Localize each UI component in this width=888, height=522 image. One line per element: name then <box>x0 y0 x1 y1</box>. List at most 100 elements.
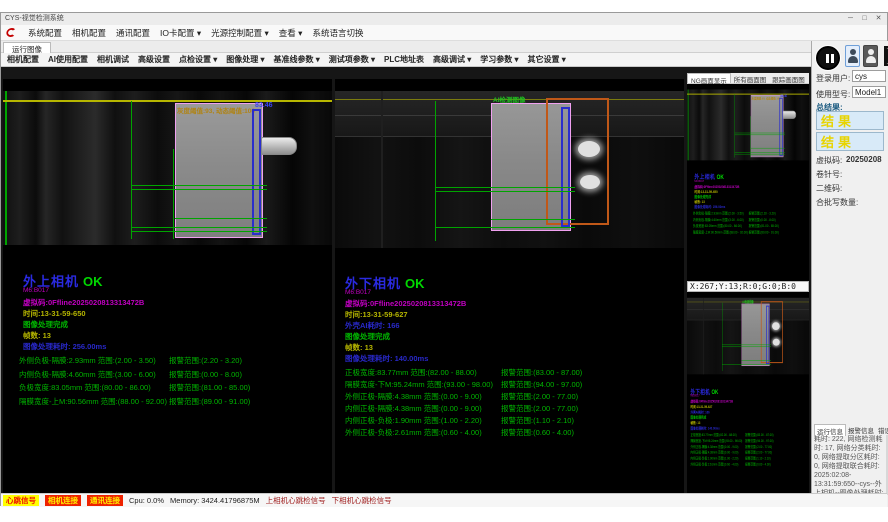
ok-status: OK <box>715 174 724 181</box>
menu-comm-config[interactable]: 通讯配置 <box>116 27 150 39</box>
ok-status: OK <box>79 274 103 289</box>
tool-learn-params[interactable]: 学习参数 ▾ <box>480 54 518 65</box>
done-line: 图像处理完成 <box>23 319 68 330</box>
side-tab-track-view[interactable]: 跟踪画面图 <box>769 73 808 83</box>
measure-line <box>131 231 267 232</box>
ok-status: OK <box>710 388 718 395</box>
threshold-overlay: 灰度阈值:93, 动态阈值:100 <box>177 105 255 115</box>
measure-row: 内侧负极-隔膜:4.60mm 范围:(3.00 - 6.00)报警范围:(0.0… <box>687 217 809 222</box>
menu-light-config[interactable]: 光源控制配置 ▾ <box>211 27 269 39</box>
tool-image-process[interactable]: 图像处理 ▾ <box>226 54 264 65</box>
exit-button[interactable] <box>881 45 888 67</box>
measure-row: 隔膜宽度-下M:95.24mm 范围:(93.00 - 98.00)报警范围:(… <box>335 379 684 389</box>
ai-roi-orange <box>761 301 783 363</box>
tool-camera-debug[interactable]: 相机调试 <box>97 54 129 65</box>
mini-view-bottom[interactable]: AI检测图像 外下相机OK M6:B017 虚拟码:0Ffline2025020… <box>687 292 809 494</box>
measure-row: 内侧正极-隔膜:4.38mm 范围:(0.00 - 9.00)报警范围:(2.0… <box>335 403 684 413</box>
virtual-code-line: 虚拟码:0Ffline2025020813313472B <box>345 298 466 309</box>
measure-row: 隔膜宽度-下M:95.24mm 范围:(93.00 - 98.00)报警范围:(… <box>687 438 809 443</box>
center-camera-view[interactable]: AI检测图像 外下相机OK M6:B017 虚拟码:0Ffline2025020… <box>335 79 684 494</box>
maximize-icon[interactable]: □ <box>858 14 871 24</box>
result-display-2: 结果 <box>816 132 884 151</box>
measure-row: 内侧正极-负极:1.90mm 范围:(1.00 - 2.20)报警范围:(1.1… <box>687 456 809 461</box>
pause-button[interactable] <box>815 45 841 71</box>
camera-subtitle: M6:B017 <box>345 289 371 296</box>
tool-baseline-params[interactable]: 基准线参数 ▾ <box>274 54 320 65</box>
tool-other-settings[interactable]: 其它设置 ▾ <box>528 54 566 65</box>
menu-language-switch[interactable]: 系统语言切换 <box>312 27 363 39</box>
mini-center-canvas: AI检测图像 外下相机OK M6:B017 虚拟码:0Ffline2025020… <box>687 292 809 494</box>
measure-line <box>131 227 267 228</box>
menu-camera-config[interactable]: 相机配置 <box>72 27 106 39</box>
result-display-1: 结果 <box>816 111 884 130</box>
tool-advanced-debug[interactable]: 高级调试 ▾ <box>433 54 471 65</box>
exit-door-icon <box>881 45 888 67</box>
virtual-code-label: 虚拟码: <box>816 155 842 166</box>
status-bar: 心跳信号 相机连接 通讯连接 Cpu: 0.0% Memory: 3424.41… <box>1 493 887 507</box>
ai-roi-orange <box>546 98 609 225</box>
tool-plc-address[interactable]: PLC地址表 <box>384 54 424 65</box>
measure-line <box>131 189 267 190</box>
bright-blob <box>578 141 600 157</box>
window-title: CYS-视觉检测系统 <box>5 15 64 22</box>
measure-row: 负极宽度:83.05mm 范围:(80.00 - 86.00)报警范围:(81.… <box>687 223 809 228</box>
model-value[interactable]: Model1 <box>852 86 886 98</box>
measure-row: 外侧负极-隔膜:2.93mm 范围:(2.00 - 3.50)报警范围:(2.2… <box>3 355 332 365</box>
pause-icon <box>816 46 840 70</box>
login-user-value[interactable]: cys <box>852 70 886 82</box>
memory-usage: Memory: 3424.41796875M <box>170 496 260 505</box>
measure-line <box>131 185 267 186</box>
user-dark-icon <box>868 49 874 55</box>
ai-image-label: AI检测图像 <box>493 94 526 104</box>
measure-row: 内侧正极-负极:1.90mm 范围:(1.00 - 2.20)报警范围:(1.1… <box>335 415 684 425</box>
menu-io-config[interactable]: IO卡配置 ▾ <box>160 27 201 39</box>
elapsed-line: 图像处理耗时: 256.00ms <box>23 341 106 352</box>
measure-line <box>435 187 575 188</box>
time-line: 时间:13-31-59-650 <box>23 308 86 319</box>
ai-image-label: AI检测图像 <box>742 299 753 304</box>
tool-ai-config[interactable]: AI使用配置 <box>48 54 88 65</box>
tool-camera-config[interactable]: 相机配置 <box>7 54 39 65</box>
side-tab-all-views[interactable]: 所有画面图 <box>731 73 770 83</box>
measure-row: 正极宽度:83.77mm 范围:(82.00 - 88.00)报警范围:(83.… <box>687 432 809 437</box>
comm-conn-badge: 通讯连接 <box>87 495 123 506</box>
elapsed-line: 图像处理耗时: 140.00ms <box>691 425 720 430</box>
tool-test-params[interactable]: 测试项参数 ▾ <box>329 54 375 65</box>
minimize-icon[interactable]: ─ <box>844 14 857 24</box>
app-window: CYS-视觉检测系统 ─ □ ✕ 系统配置 相机配置 通讯配置 IO卡配置 ▾ … <box>0 12 888 506</box>
tool-advanced-settings[interactable]: 高级设置 <box>138 54 170 65</box>
log-line: 耗时: 222, 网络检测耗时: 17, 网络分类耗时: 0, 网络提取分区耗时… <box>814 436 882 470</box>
tool-spot-check[interactable]: 点检设置 ▾ <box>179 54 217 65</box>
measure-line <box>175 218 267 219</box>
measure-row: 正极宽度:83.77mm 范围:(82.00 - 88.00)报警范围:(83.… <box>335 367 684 377</box>
menu-view[interactable]: 查看 ▾ <box>279 27 303 39</box>
camera-photo <box>3 91 332 245</box>
tab-run-image[interactable]: 运行图像 <box>3 42 51 53</box>
guide-line <box>131 101 132 239</box>
left-camera-view[interactable]: 灰度阈值:93, 动态阈值:100 83.46 外上相机OK M6:B017 虚… <box>3 79 332 494</box>
menu-system-config[interactable]: 系统配置 <box>28 27 62 39</box>
model-label: 使用型号: <box>816 89 850 100</box>
user-login-button[interactable] <box>845 45 860 67</box>
close-icon[interactable]: ✕ <box>872 14 885 24</box>
threshold-overlay: 灰度阈值:93, 动态阈值:100 <box>752 96 781 101</box>
tab-row: 运行图像 <box>1 41 887 53</box>
mini-left-canvas: 灰度阈值:93, 动态阈值:100 83.46 外上相机OK M6:B017 虚… <box>687 84 809 275</box>
measure-roi-blue <box>561 107 570 227</box>
title-bar[interactable]: CYS-视觉检测系统 ─ □ ✕ <box>1 13 887 25</box>
camera-subtitle: M6:B017 <box>691 394 700 397</box>
time-line: 时间:13-31-59-627 <box>345 309 408 320</box>
measure-row: 负极宽度:83.05mm 范围:(80.00 - 86.00)报警范围:(81.… <box>3 382 332 392</box>
measure-row: 外侧负极-隔膜:2.93mm 范围:(2.00 - 3.50)报警范围:(2.2… <box>687 211 809 216</box>
measure-line <box>435 191 575 192</box>
measure-roi-blue <box>252 109 261 235</box>
batch-count-label: 合批写数量: <box>816 197 858 208</box>
side-tab-ng-view[interactable]: NG画面显示 <box>687 73 731 83</box>
connector-part <box>261 137 297 155</box>
mini-view-top[interactable]: 灰度阈值:93, 动态阈值:100 83.46 外上相机OK M6:B017 虚… <box>687 84 809 281</box>
measure-row: 内侧正极-隔膜:4.38mm 范围:(0.00 - 9.00)报警范围:(2.0… <box>687 450 809 455</box>
width-label: 83.46 <box>255 102 273 109</box>
ok-status: OK <box>401 276 425 291</box>
operator-button[interactable] <box>863 45 878 67</box>
baseline-yellow <box>3 100 332 102</box>
